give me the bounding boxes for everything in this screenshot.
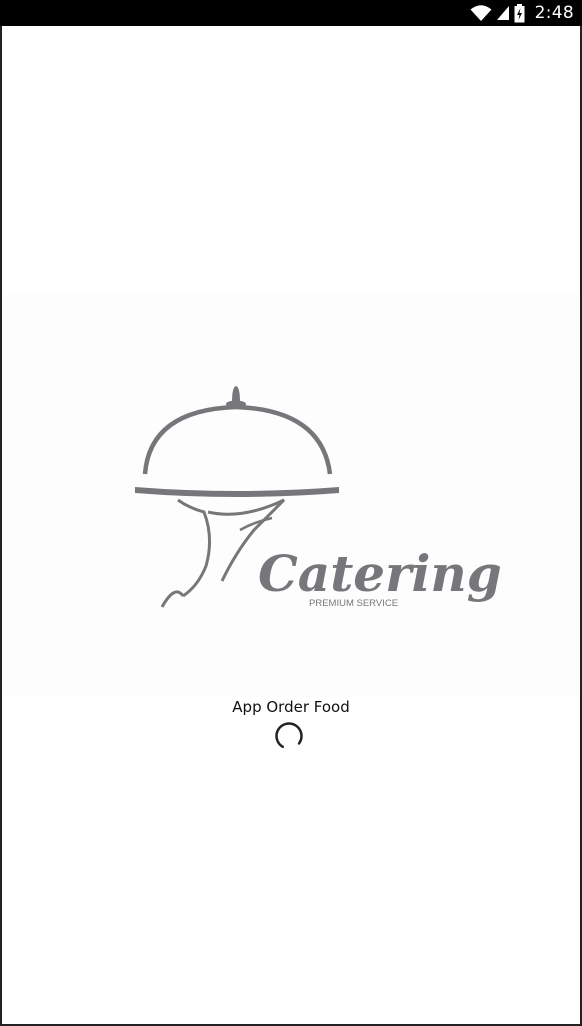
wifi-icon xyxy=(470,5,492,21)
battery-charging-icon xyxy=(514,3,525,22)
logo-tagline: PREMIUM SERVICE xyxy=(309,598,398,609)
device-frame: 2:48 Catering PREMIUM SERVICE App Order … xyxy=(0,0,582,1026)
logo-wordmark: Catering xyxy=(258,544,502,603)
catering-logo: Catering PREMIUM SERVICE xyxy=(2,294,580,697)
status-bar: 2:48 xyxy=(0,0,582,26)
splash-screen: Catering PREMIUM SERVICE App Order Food xyxy=(2,26,580,1024)
app-name-label: App Order Food xyxy=(232,698,350,716)
progress-spinner-icon xyxy=(275,722,303,750)
cell-signal-icon xyxy=(496,6,509,20)
status-time: 2:48 xyxy=(534,3,574,23)
status-icons: 2:48 xyxy=(470,0,574,26)
